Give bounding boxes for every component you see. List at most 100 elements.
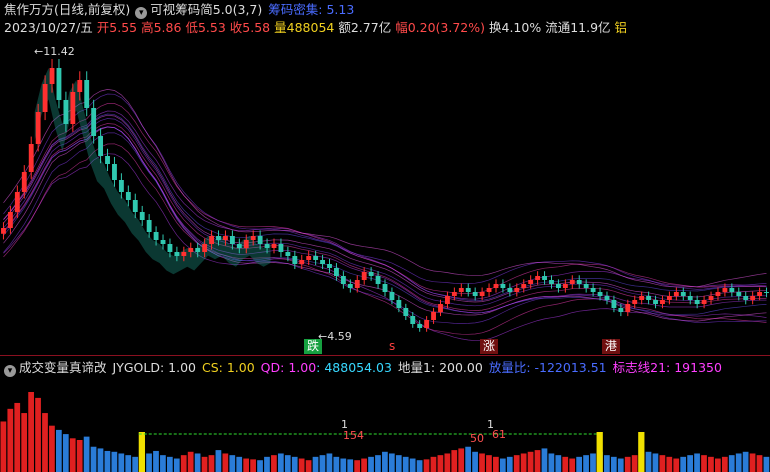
volume-bar (437, 455, 444, 472)
sector: 铝 (614, 20, 628, 35)
tag-s: s (389, 339, 396, 353)
volume-bar (173, 458, 180, 472)
volume-marker-bar (596, 432, 603, 472)
volume-bar (326, 453, 333, 472)
volume-label: 量 (274, 20, 287, 35)
volume-bar (333, 456, 340, 472)
candle-body (694, 300, 700, 304)
candle-body (660, 300, 665, 304)
volume-bar (520, 453, 527, 472)
volume-bar (243, 458, 250, 472)
price-chart[interactable] (0, 38, 770, 354)
panel-divider[interactable] (0, 355, 770, 356)
volume-bar (493, 456, 499, 472)
candle-body (375, 276, 381, 284)
volume-bar (49, 425, 55, 472)
candle-body (590, 288, 596, 292)
volume-bar (416, 460, 423, 472)
volume-bar (472, 451, 478, 472)
header-line-1: 焦作万方(日线,前复权) ▾ 可视筹码简5.0(3,7) 筹码密集: 5.13 (4, 2, 354, 19)
candle-body (389, 292, 395, 300)
candle-body (167, 244, 173, 252)
volume-bar (277, 453, 284, 472)
close-value: 5.58 (242, 20, 271, 35)
candle-body (611, 300, 617, 308)
candle-body (28, 144, 34, 172)
volume-bar (222, 453, 229, 472)
candle-body (680, 292, 686, 296)
candle-body (632, 300, 638, 304)
candle-body (98, 136, 104, 156)
volume-bar (631, 455, 638, 472)
volume-bar (284, 455, 291, 472)
volume-bar (90, 446, 97, 472)
candle-body (209, 236, 215, 244)
candle-body (153, 232, 159, 240)
volume-bar (590, 453, 596, 472)
volume-bar (132, 456, 139, 472)
candle-body (646, 296, 652, 300)
volume-bar (409, 458, 416, 472)
volume-bar (104, 450, 111, 472)
volume-bar (375, 455, 381, 472)
volume-marker-bar (638, 432, 645, 472)
chip-band-line (3, 153, 767, 342)
chip-band-line (3, 89, 767, 288)
volume-bar (312, 456, 319, 472)
volume-bar (763, 456, 770, 472)
volume-bar (28, 392, 34, 472)
candle-body (292, 256, 298, 264)
high-price-annotation: ←11.42 (34, 45, 75, 58)
dropdown-icon-lower[interactable]: ▾ (4, 365, 16, 377)
candle-body (500, 284, 506, 288)
candle-body (417, 324, 423, 328)
high-price: 11.42 (43, 45, 75, 58)
candle-body (604, 296, 610, 300)
lower-indicator-name[interactable]: 成交变量真谛改 (19, 360, 107, 375)
volume-bar (402, 456, 409, 472)
volume-bar (298, 458, 305, 472)
candle-body (472, 292, 478, 296)
volume-bar (624, 456, 631, 472)
jygold: JYGOLD: 1.00 (112, 360, 196, 375)
volume-bar (486, 455, 492, 472)
lower-header: ▾ 成交变量真谛改 JYGOLD: 1.00 CS: 1.00 QD: 1.00: 48… (4, 360, 722, 377)
period: (日线,前复权) (54, 2, 131, 17)
volume-bar (361, 458, 367, 472)
low-value: 5.53 (197, 20, 226, 35)
candle-body (708, 296, 714, 300)
turnover-label: 换 (488, 20, 502, 35)
candle-body (368, 272, 374, 276)
candle-body (340, 276, 346, 284)
candle-body (514, 288, 520, 292)
indicator-name[interactable]: 可视筹码简5.0(3,7) (150, 2, 262, 17)
volume-bar (0, 421, 7, 472)
candle-body (278, 244, 284, 252)
candle-body (431, 312, 436, 320)
turnover-value: 4.10% (501, 20, 542, 35)
candle-body (562, 284, 568, 288)
volume-bar (444, 453, 451, 472)
volume-bar (555, 455, 562, 472)
candle-body (549, 280, 554, 284)
candle-body (216, 236, 221, 240)
tag-gang: 港 (602, 339, 621, 354)
volume-bar (465, 446, 472, 472)
candle-body (729, 288, 735, 292)
volume-bar (610, 456, 617, 472)
float-value: 11.9亿 (570, 20, 611, 35)
volume-bar (749, 453, 756, 472)
vol-154: 154 (343, 429, 364, 442)
candle-body (306, 256, 312, 260)
volume-bar (368, 456, 374, 472)
volume-bar (499, 458, 506, 472)
stock-name[interactable]: 焦作万方 (4, 2, 54, 17)
dropdown-icon[interactable]: ▾ (135, 7, 148, 19)
volume-chart[interactable] (0, 378, 770, 472)
candle-body (223, 236, 228, 240)
volume-bar (291, 456, 298, 472)
candle-body (743, 296, 749, 300)
candle-body (105, 156, 110, 164)
volume-bar (430, 456, 437, 472)
volume-bar (742, 451, 749, 472)
